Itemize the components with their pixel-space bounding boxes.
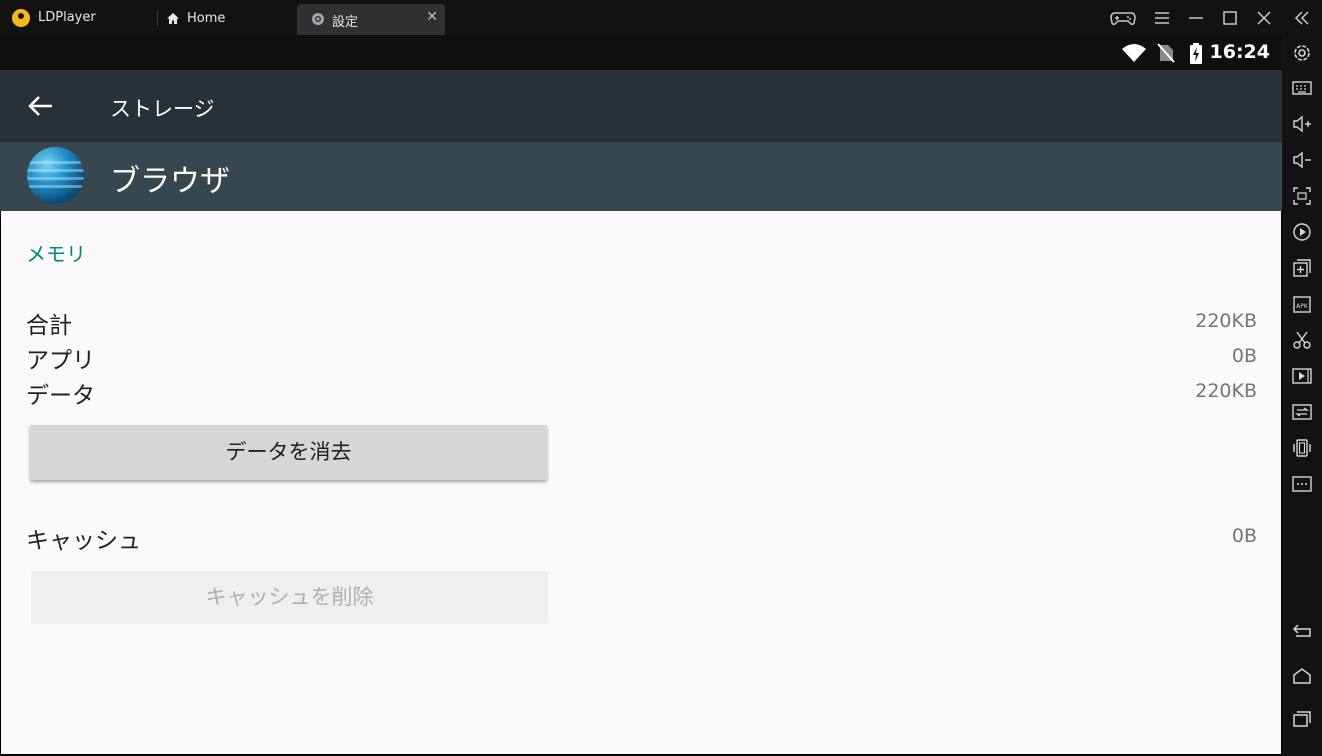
page-title: ストレージ — [110, 97, 215, 121]
keyboard-icon[interactable] — [1292, 78, 1312, 98]
maximize-icon[interactable] — [1219, 6, 1243, 30]
app-size-label: アプリ — [26, 348, 95, 374]
settings-icon[interactable] — [1292, 43, 1312, 63]
data-size-value: 220KB — [1195, 380, 1257, 402]
back-arrow-icon[interactable] — [26, 92, 56, 120]
gamepad-icon[interactable] — [1110, 6, 1136, 30]
close-icon[interactable] — [1253, 6, 1277, 30]
browser-globe-icon — [27, 147, 84, 204]
volume-down-icon[interactable] — [1292, 150, 1312, 170]
sync-icon[interactable] — [1292, 402, 1312, 422]
recent-apps-icon[interactable] — [1292, 709, 1312, 729]
tab-settings[interactable]: 設定 ✕ — [297, 4, 445, 35]
home-icon[interactable] — [1292, 666, 1312, 686]
app-header: ブラウザ — [0, 142, 1282, 211]
tab-home-label: Home — [187, 11, 226, 26]
more-icon[interactable] — [1292, 474, 1312, 494]
cache-value: 0B — [1231, 525, 1257, 547]
settings-icon — [312, 13, 324, 25]
volume-up-icon[interactable] — [1292, 114, 1312, 134]
clear-data-button[interactable]: データを消去 — [30, 425, 547, 480]
tab-home[interactable]: Home — [164, 6, 294, 32]
clear-cache-button: キャッシュを削除 — [31, 571, 548, 624]
back-icon[interactable] — [1292, 621, 1312, 641]
total-value: 220KB — [1195, 310, 1257, 332]
android-status-bar: 16:24 — [0, 35, 1282, 70]
tab-divider — [157, 10, 158, 26]
menu-icon[interactable] — [1151, 6, 1175, 30]
svg-text:APK: APK — [1296, 303, 1309, 310]
section-header-memory: メモリ — [26, 242, 86, 266]
total-label: 合計 — [26, 313, 72, 339]
video-icon[interactable] — [1292, 366, 1312, 386]
app-bar: ストレージ — [0, 70, 1282, 142]
status-clock: 16:24 — [1209, 41, 1270, 63]
tab-settings-label: 設定 — [332, 15, 359, 30]
storage-content: メモリ 合計 220KB アプリ 0B データ 220KB データを消去 キャッ… — [1, 211, 1281, 754]
data-size-label: データ — [26, 383, 95, 409]
multi-instance-icon[interactable] — [1292, 258, 1312, 278]
right-toolbar: APK — [1282, 35, 1322, 756]
record-icon[interactable] — [1292, 222, 1312, 242]
shake-icon[interactable] — [1292, 438, 1312, 458]
battery-charging-icon — [1190, 43, 1202, 64]
scissors-icon[interactable] — [1292, 330, 1312, 350]
apk-icon[interactable]: APK — [1292, 294, 1312, 314]
ldplayer-logo-icon — [12, 9, 30, 27]
collapse-icon[interactable] — [1291, 6, 1315, 30]
home-icon — [167, 13, 179, 24]
window-titlebar: LDPlayer Home 設定 ✕ — [0, 0, 1322, 35]
no-sim-icon — [1157, 43, 1175, 63]
fullscreen-icon[interactable] — [1292, 186, 1312, 206]
app-name: LDPlayer — [38, 10, 96, 25]
app-size-value: 0B — [1231, 345, 1257, 367]
wifi-icon — [1122, 44, 1146, 62]
tab-close-icon[interactable]: ✕ — [426, 9, 438, 25]
cache-label: キャッシュ — [26, 528, 141, 554]
app-name-heading: ブラウザ — [110, 164, 230, 199]
minimize-icon[interactable] — [1185, 6, 1209, 30]
